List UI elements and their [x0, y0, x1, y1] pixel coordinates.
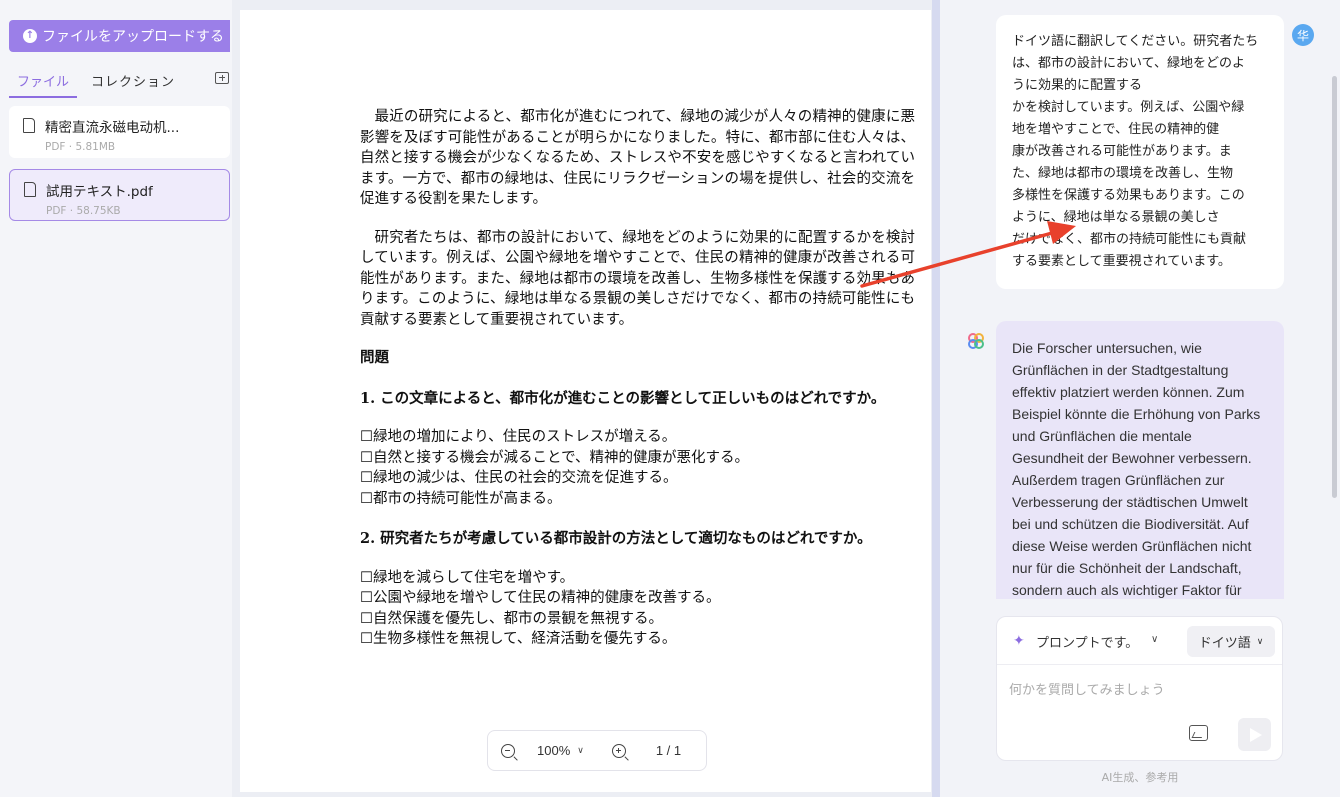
send-button[interactable] — [1238, 718, 1271, 751]
chat-input[interactable] — [1009, 679, 1269, 701]
user-message: ドイツ語に翻訳してください。研究者たち は、都市の設計において、緑地をどのよ う… — [996, 15, 1284, 289]
question-1: 1. この文章によると、都市化が進むことの影響として正しいものはどれですか。 — [360, 389, 886, 407]
file-item[interactable]: 精密直流永磁电动机... PDF · 5.81MB — [9, 106, 230, 158]
chat-scrollbar[interactable] — [1332, 76, 1337, 498]
option: ☐都市の持続可能性が高まる。 — [360, 490, 562, 507]
option: ☐緑地の増加により、住民のストレスが増える。 — [360, 429, 677, 445]
message-line: 多様性を保護する効果もあります。この — [1012, 188, 1245, 203]
page-indicator: 1 / 1 — [655, 743, 682, 758]
file-sidebar: ↑ ファイルをアップロードする ファイル コレクション 精密直流永磁电动机...… — [0, 0, 232, 797]
chevron-down-icon[interactable]: ∨ — [1151, 634, 1158, 645]
file-meta: PDF · 5.81MB — [45, 141, 116, 153]
zoom-out-icon[interactable] — [501, 743, 518, 762]
ai-disclaimer: AI生成、参考用 — [1101, 771, 1179, 784]
zoom-level[interactable]: 100% — [537, 743, 570, 758]
response-line: nur für die Schönheit der Landschaft, — [1012, 560, 1242, 576]
prompt-selector[interactable]: プロンプトです。 — [1036, 632, 1138, 651]
questions-heading: 問題 — [360, 349, 389, 366]
sidebar-tabs: ファイル コレクション — [9, 68, 231, 98]
image-upload-icon[interactable] — [1189, 725, 1208, 741]
response-line: Beispiel könnte die Erhöhung von Parks — [1012, 406, 1261, 422]
document-content: 最近の研究によると、都市化が進むにつれて、緑地の減少が人々の精神的健康に悪影響を… — [360, 107, 915, 650]
zoom-toolbar: 100% ∨ 1 / 1 — [487, 730, 707, 771]
response-line: Grünflächen in der Stadtgestaltung — [1012, 362, 1229, 378]
response-line: Verbesserung der städtischen Umwelt — [1012, 494, 1248, 510]
ai-response: Die Forscher untersuchen, wie Grünfläche… — [996, 321, 1284, 599]
option: ☐緑地を減らして住宅を増やす。 — [360, 569, 575, 586]
ai-assistant-icon — [968, 333, 984, 349]
send-icon — [1250, 727, 1262, 742]
message-line: する要素として重要視されています。 — [1012, 254, 1231, 269]
message-line: は、都市の設計において、緑地をどのよ — [1012, 56, 1245, 71]
message-line: ように、緑地は単なる景観の美しさ — [1012, 210, 1220, 225]
paragraph: 最近の研究によると、都市化が進むにつれて、緑地の減少が人々の精神的健康に悪影響を… — [360, 109, 915, 207]
response-line: diese Weise werden Grünflächen nicht — [1012, 538, 1252, 554]
message-line: かを検討しています。例えば、公園や緑 — [1012, 100, 1245, 115]
option: ☐自然と接する機会が減ることで、精神的健康が悪化する。 — [360, 449, 749, 466]
new-folder-icon[interactable] — [215, 72, 229, 84]
prompt-row: ✦ プロンプトです。 ∨ ドイツ語 ∨ — [997, 617, 1282, 665]
response-line: Gesundheit der Bewohner verbessern. — [1012, 450, 1252, 466]
upload-button-label: ファイルをアップロードする — [42, 29, 224, 45]
upload-icon: ↑ — [23, 29, 37, 43]
file-name: 精密直流永磁电动机... — [45, 120, 180, 136]
panel-divider[interactable] — [932, 0, 940, 797]
message-line: 地を増やすことで、住民の精神的健 — [1012, 122, 1220, 137]
language-label: ドイツ語 — [1198, 636, 1251, 651]
document-icon — [24, 182, 36, 197]
question-2-options: ☐緑地を減らして住宅を増やす。 ☐公園や緑地を増やして住民の精神的健康を改善する… — [360, 568, 915, 650]
option: ☐公園や緑地を増やして住民の精神的健康を改善する。 — [360, 590, 721, 606]
chevron-down-icon: ∨ — [1256, 636, 1264, 647]
paragraph: 研究者たちは、都市の設計において、緑地をどのように効果的に配置するかを検討してい… — [360, 229, 915, 328]
message-line: ドイツ語に翻訳してください。研究者たち — [1012, 34, 1259, 49]
message-line: だけでなく、都市の持続可能性にも貢献 — [1012, 232, 1247, 247]
tab-files[interactable]: ファイル — [9, 68, 78, 98]
response-line: Die Forscher untersuchen, wie — [1012, 340, 1202, 356]
document-icon — [23, 118, 35, 133]
file-name: 試用テキスト.pdf — [46, 184, 153, 200]
zoom-in-icon[interactable] — [611, 743, 629, 762]
chat-composer: ✦ プロンプトです。 ∨ ドイツ語 ∨ — [996, 616, 1283, 761]
sparkle-icon: ✦ — [1013, 633, 1025, 649]
response-line: bei und schützen die Biodiversität. Auf — [1012, 516, 1249, 532]
response-line: Außerdem tragen Grünflächen zur — [1012, 472, 1225, 488]
question-1-options: ☐緑地の増加により、住民のストレスが増える。 ☐自然と接する機会が減ることで、精… — [360, 427, 915, 509]
document-viewer: 最近の研究によると、都市化が進むにつれて、緑地の減少が人々の精神的健康に悪影響を… — [232, 0, 932, 797]
file-meta: PDF · 58.75KB — [46, 205, 121, 217]
upload-file-button[interactable]: ↑ ファイルをアップロードする — [9, 20, 230, 52]
response-line: effektiv platziert werden können. Zum — [1012, 384, 1245, 400]
tab-collections[interactable]: コレクション — [83, 68, 183, 96]
message-line: 康が改善される可能性があります。ま — [1012, 144, 1232, 159]
message-line: うに効果的に配置する — [1012, 78, 1143, 93]
message-line: た、緑地は都市の環境を改善し、生物 — [1012, 166, 1234, 181]
file-item-selected[interactable]: 試用テキスト.pdf PDF · 58.75KB — [9, 169, 230, 221]
option: ☐生物多様性を無視して、経済活動を優先する。 — [360, 631, 677, 647]
response-line: sondern auch als wichtiger Faktor für — [1012, 582, 1242, 598]
pdf-page: 最近の研究によると、都市化が進むにつれて、緑地の減少が人々の精神的健康に悪影響を… — [240, 10, 931, 792]
option: ☐緑地の減少は、住民の社会的交流を促進する。 — [360, 470, 678, 486]
question-2: 2. 研究者たちが考慮している都市設計の方法として適切なものはどれですか。 — [360, 530, 872, 547]
user-avatar: 华 — [1292, 24, 1314, 46]
language-select[interactable]: ドイツ語 ∨ — [1187, 626, 1275, 657]
response-line: und Grünflächen die mentale — [1012, 428, 1192, 444]
option: ☐自然保護を優先し、都市の景観を無視する。 — [360, 610, 663, 627]
chevron-down-icon[interactable]: ∨ — [577, 745, 584, 756]
ai-chat-panel: ドイツ語に翻訳してください。研究者たち は、都市の設計において、緑地をどのよ う… — [940, 0, 1340, 797]
